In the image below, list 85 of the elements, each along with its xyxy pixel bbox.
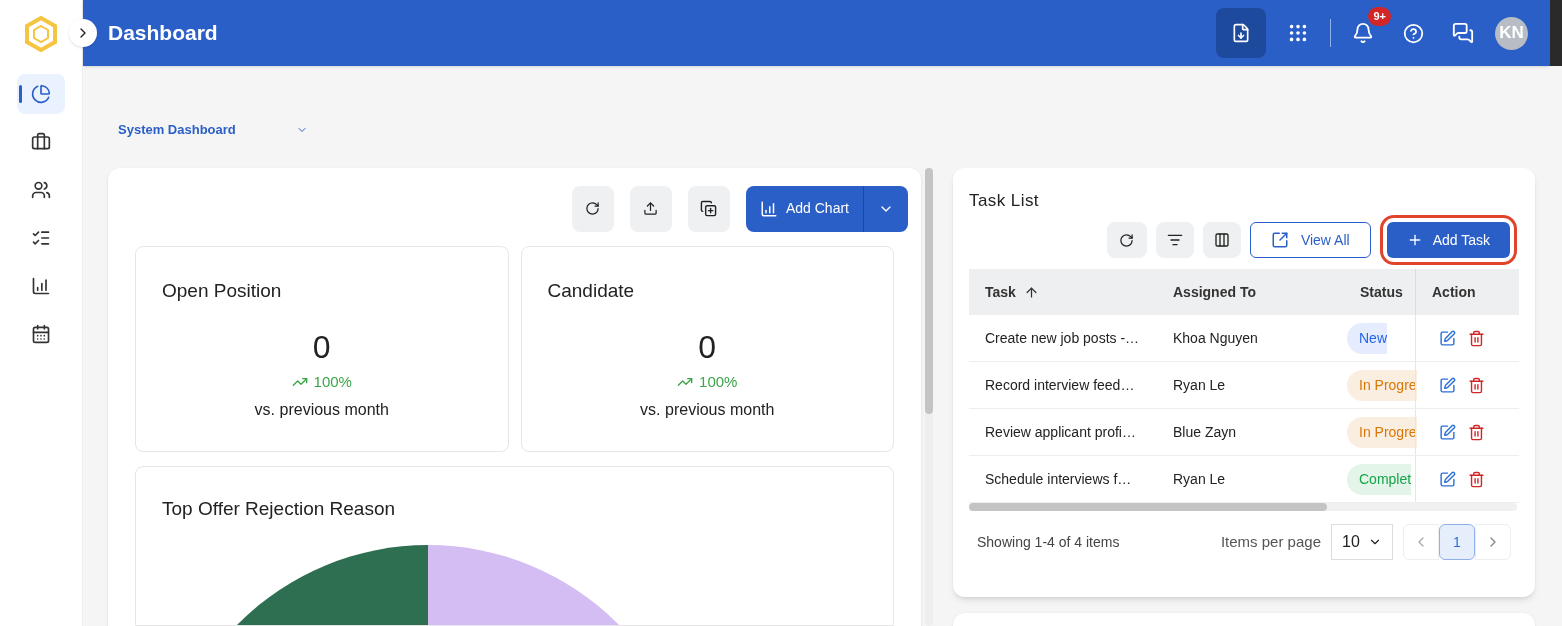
stat-change: 100%	[699, 372, 738, 392]
dashboard-select[interactable]: System Dashboard	[108, 118, 318, 142]
column-header[interactable]: Action	[1415, 269, 1507, 315]
edit-button[interactable]	[1438, 376, 1456, 394]
add-chart-button[interactable]: Add Chart	[745, 185, 864, 232]
page-button[interactable]: 1	[1439, 524, 1475, 560]
chart-add-icon	[31, 276, 51, 296]
trash-icon	[1467, 376, 1485, 394]
stat-caption: vs. previous month	[640, 399, 775, 420]
sort-ascending-icon	[1023, 284, 1039, 300]
people-icon	[31, 180, 51, 200]
table-cell-text: Ryan Le	[1172, 469, 1227, 489]
view-all-button[interactable]: View All	[1249, 222, 1371, 258]
items-summary: Showing 1-4 of 4 items	[977, 532, 1120, 552]
duplicate-button[interactable]	[687, 185, 730, 232]
status-tag: In Progre	[1347, 369, 1417, 401]
column-header[interactable]: Assigned To	[1157, 269, 1344, 315]
upload-button[interactable]	[629, 185, 672, 232]
table-cell-text: Blue Zayn	[1172, 422, 1238, 442]
stat-change: 100%	[313, 372, 352, 392]
status-tag: New	[1347, 322, 1387, 354]
per-page-label: Items per page	[1220, 531, 1321, 552]
chart-add-icon	[759, 199, 778, 218]
trash-icon	[1467, 423, 1485, 441]
cube-logo-icon	[24, 16, 58, 52]
stat-value: 0	[698, 328, 717, 367]
duplicate-icon	[700, 200, 718, 217]
edit-button[interactable]	[1438, 423, 1456, 441]
stat-title: Candidate	[547, 278, 635, 303]
column-header[interactable]: Task	[969, 269, 1157, 315]
edit-button[interactable]	[1438, 329, 1456, 347]
columns-button[interactable]	[1202, 222, 1241, 258]
refresh-button[interactable]	[571, 185, 614, 232]
sidebar-item[interactable]	[17, 74, 65, 114]
columns-icon	[1213, 232, 1230, 248]
briefcase-icon	[31, 132, 51, 152]
download-file-button[interactable]	[1216, 8, 1266, 58]
notification-badge: 9+	[1368, 7, 1391, 26]
page-title: Dashboard	[108, 20, 218, 47]
delete-button[interactable]	[1467, 470, 1485, 488]
add-task-button[interactable]: Add Task	[1386, 222, 1510, 258]
file-download-icon	[1231, 23, 1251, 43]
chart-title: Top Offer Rejection Reason	[162, 496, 397, 521]
checklist-icon	[31, 228, 51, 248]
delete-button[interactable]	[1467, 423, 1485, 441]
add-chart-split-button[interactable]: Add Chart	[745, 185, 908, 232]
apps-icon	[1287, 22, 1309, 44]
per-page-select[interactable]: 10	[1331, 524, 1393, 560]
filter-icon	[1166, 232, 1183, 248]
refresh-icon	[585, 201, 601, 216]
delete-button[interactable]	[1467, 376, 1485, 394]
scrollbar[interactable]	[925, 167, 933, 626]
external-link-icon	[1270, 231, 1289, 249]
task-list-title: Task List	[969, 189, 1040, 212]
help-icon	[1402, 22, 1424, 44]
table-cell-text: Ryan Le	[1172, 375, 1227, 395]
horizontal-scrollbar[interactable]	[969, 503, 1517, 511]
edit-icon	[1438, 423, 1456, 441]
refresh-icon	[1119, 232, 1135, 248]
trash-icon	[1467, 470, 1485, 488]
edit-icon	[1438, 470, 1456, 488]
edit-icon	[1438, 376, 1456, 394]
edit-button[interactable]	[1438, 470, 1456, 488]
trash-icon	[1467, 329, 1485, 347]
bell-icon	[1352, 22, 1374, 44]
status-tag: Complet	[1347, 463, 1412, 495]
pie-chart-icon	[31, 84, 51, 104]
chat-bubbles-icon	[1452, 22, 1474, 44]
table-cell-text: Review applicant profi…	[984, 422, 1137, 442]
table-cell-text: Schedule interviews f…	[984, 469, 1133, 489]
table-cell-text: Create new job posts -…	[984, 328, 1141, 348]
upload-icon	[643, 201, 659, 216]
edit-icon	[1438, 329, 1456, 347]
table-cell-text: Khoa Nguyen	[1172, 328, 1259, 348]
filter-button[interactable]	[1155, 222, 1194, 258]
calendar-icon	[31, 324, 51, 344]
status-tag: In Progre	[1347, 416, 1417, 448]
stat-caption: vs. previous month	[254, 399, 389, 420]
delete-button[interactable]	[1467, 329, 1485, 347]
refresh-button[interactable]	[1106, 222, 1147, 258]
table-cell-text: Record interview feed…	[984, 375, 1136, 395]
window-edge	[1550, 0, 1562, 66]
stat-value: 0	[312, 328, 331, 367]
column-header[interactable]: Status	[1344, 269, 1415, 315]
stat-title: Open Position	[162, 278, 282, 303]
